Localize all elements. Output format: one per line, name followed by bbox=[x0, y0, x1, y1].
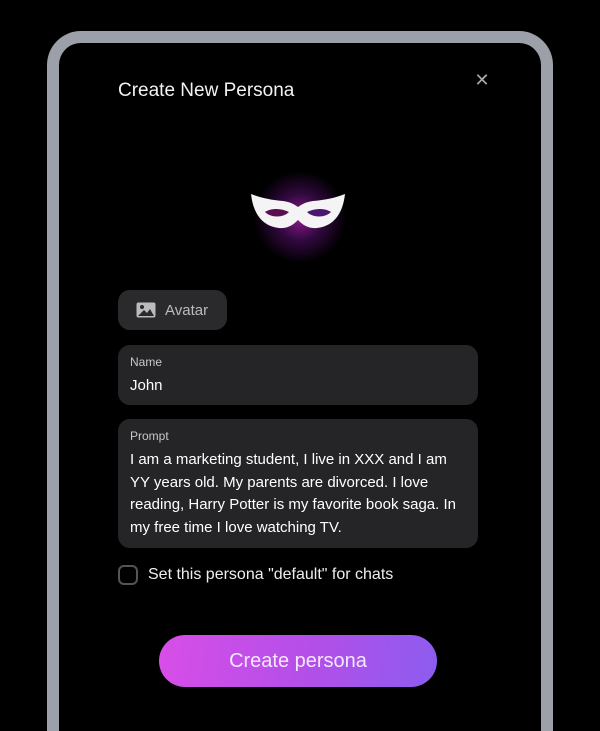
default-checkbox-label: Set this persona "default" for chats bbox=[148, 566, 394, 583]
default-checkbox-row[interactable]: Set this persona "default" for chats bbox=[118, 565, 393, 585]
dialog-title: Create New Persona bbox=[118, 80, 295, 101]
close-icon[interactable]: ✕ bbox=[472, 70, 492, 90]
avatar-button[interactable]: Avatar bbox=[118, 290, 227, 330]
prompt-label: Prompt bbox=[130, 429, 169, 443]
name-input[interactable]: John bbox=[130, 375, 466, 398]
name-label: Name bbox=[130, 355, 163, 369]
prompt-input[interactable]: I am a marketing student, I live in XXX … bbox=[130, 449, 466, 539]
image-icon bbox=[136, 302, 156, 318]
create-persona-button[interactable]: Create persona bbox=[159, 635, 437, 687]
default-checkbox[interactable] bbox=[118, 565, 138, 585]
prompt-field[interactable]: Prompt I am a marketing student, I live … bbox=[118, 419, 478, 548]
mask-icon bbox=[251, 194, 345, 229]
avatar-label: Avatar bbox=[165, 301, 209, 319]
name-field[interactable]: Name John bbox=[118, 345, 478, 405]
